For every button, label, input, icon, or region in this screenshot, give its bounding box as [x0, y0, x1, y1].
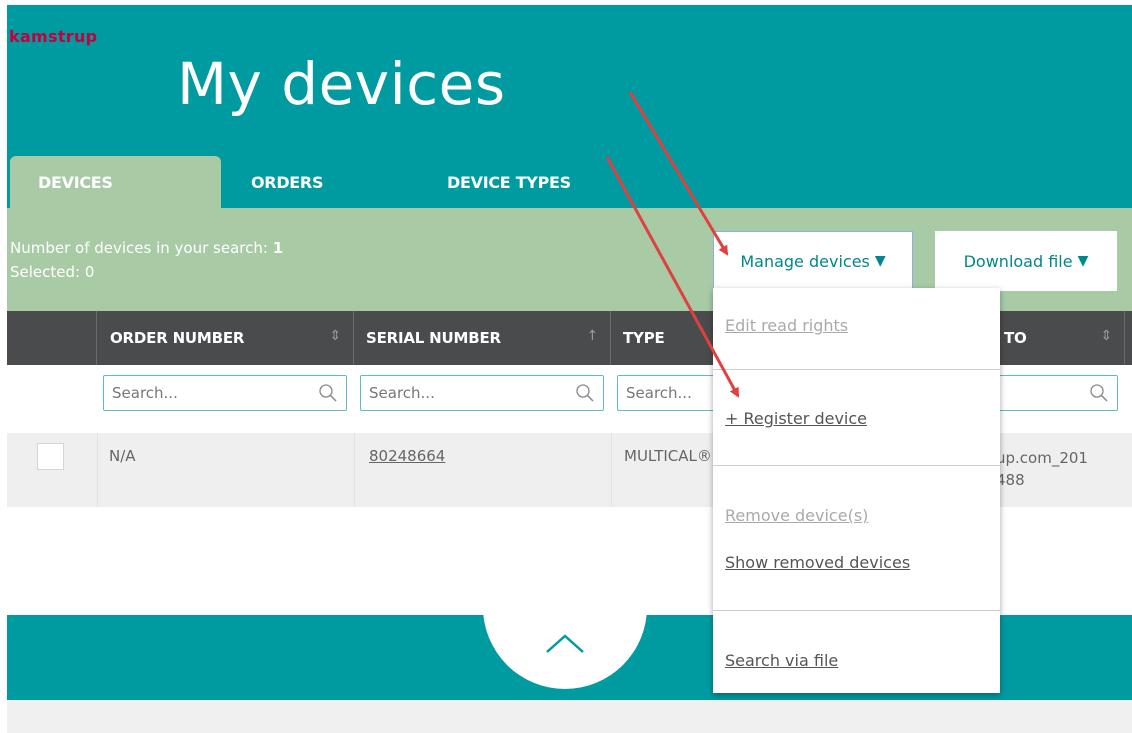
- search-icon[interactable]: [575, 383, 595, 403]
- page: kamstrup My devices DEVICES ORDERS DEVIC…: [7, 5, 1132, 733]
- manage-devices-button[interactable]: Manage devices ▼: [713, 231, 913, 291]
- column-header-order-number[interactable]: ORDER NUMBER ⇕: [97, 311, 354, 365]
- serial-number-link[interactable]: 80248664: [369, 447, 445, 465]
- manage-devices-label: Manage devices: [740, 251, 870, 271]
- sort-ascending-icon: ↑: [586, 328, 598, 344]
- serial-number-search: [360, 375, 604, 411]
- kamstrup-logo: kamstrup: [9, 27, 98, 46]
- selected-count-label: Selected:: [10, 263, 81, 281]
- menu-divider: [713, 610, 1000, 611]
- download-file-label: Download file: [963, 251, 1073, 271]
- download-file-button[interactable]: Download file ▼: [935, 231, 1117, 291]
- caret-down-icon: ▼: [874, 253, 886, 269]
- row-select-cell: [7, 433, 97, 507]
- scroll-to-top-button[interactable]: [483, 615, 647, 689]
- to-cell: up.com_201 488: [996, 449, 1088, 489]
- menu-divider: [713, 465, 1000, 466]
- page-title: My devices: [177, 50, 506, 118]
- menu-item-show-removed-devices[interactable]: Show removed devices: [725, 553, 910, 572]
- menu-item-edit-read-rights[interactable]: Edit read rights: [725, 316, 848, 335]
- type-search: [617, 375, 727, 411]
- order-number-cell: N/A: [97, 433, 354, 507]
- search-summary: Number of devices in your search: 1 Sele…: [10, 236, 283, 284]
- to-search: [997, 375, 1118, 411]
- tab-bar: DEVICES ORDERS DEVICE TYPES: [10, 156, 641, 208]
- type-cell: MULTICAL®: [611, 433, 721, 507]
- sort-icon: ⇕: [329, 328, 341, 344]
- search-icon[interactable]: [1089, 383, 1109, 403]
- device-count-label: Number of devices in your search:: [10, 239, 268, 257]
- select-column-header: [7, 311, 97, 365]
- search-icon[interactable]: [318, 383, 338, 403]
- selected-count-value: 0: [84, 263, 95, 281]
- device-count-value: 1: [272, 239, 284, 257]
- row-checkbox[interactable]: [37, 443, 64, 470]
- sort-icon: ⇕: [1100, 328, 1112, 344]
- tab-orders[interactable]: ORDERS: [221, 156, 421, 208]
- type-search-input[interactable]: [618, 376, 726, 410]
- bottom-bar: [7, 700, 1132, 733]
- menu-item-register-device[interactable]: + Register device: [725, 409, 867, 428]
- tab-devices[interactable]: DEVICES: [10, 156, 221, 208]
- manage-devices-menu: Edit read rights + Register device Remov…: [713, 288, 1000, 693]
- column-header-to[interactable]: TO ⇕: [1000, 311, 1125, 365]
- menu-item-remove-devices[interactable]: Remove device(s): [725, 506, 868, 525]
- menu-item-search-via-file[interactable]: Search via file: [725, 651, 838, 670]
- selected-count-line: Selected: 0: [10, 260, 283, 284]
- order-number-search-input[interactable]: [104, 376, 346, 410]
- device-count-line: Number of devices in your search: 1: [10, 236, 283, 260]
- tab-device-types[interactable]: DEVICE TYPES: [421, 156, 641, 208]
- page-header: kamstrup My devices DEVICES ORDERS DEVIC…: [7, 5, 1132, 208]
- serial-number-search-input[interactable]: [361, 376, 603, 410]
- caret-down-icon: ▼: [1077, 253, 1089, 269]
- menu-divider: [713, 369, 1000, 370]
- order-number-search: [103, 375, 347, 411]
- column-header-serial-number[interactable]: SERIAL NUMBER ↑: [354, 311, 611, 365]
- serial-number-cell: 80248664: [354, 433, 611, 507]
- chevron-up-icon: [546, 634, 584, 653]
